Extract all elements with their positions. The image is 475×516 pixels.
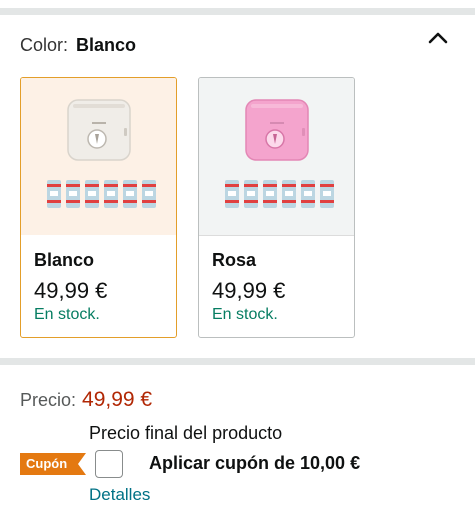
variant-stock-status: En stock. — [34, 306, 100, 323]
coupon-badge-label: Cupón — [26, 456, 68, 471]
chevron-up-icon[interactable] — [427, 28, 449, 48]
coupon-apply-text[interactable]: Aplicar cupón de 10,00 € — [149, 453, 360, 474]
variant-name: Rosa — [212, 250, 257, 270]
variant-name: Blanco — [34, 250, 95, 270]
variant-stock-status: En stock. — [212, 306, 278, 323]
section-divider-middle — [0, 358, 475, 365]
variant-price: 49,99 € — [212, 278, 286, 303]
color-selector-header: Color: Blanco — [20, 34, 136, 56]
price-value: 49,99 € — [82, 388, 153, 411]
paper-rolls — [47, 180, 156, 208]
color-label: Color: — [20, 35, 69, 55]
price-label: Precio: — [20, 390, 77, 410]
variant-thumbnail-blanco — [21, 78, 176, 235]
color-selected-value: Blanco — [76, 35, 137, 55]
printer-image — [225, 99, 334, 208]
variant-thumbnail-rosa — [199, 78, 354, 236]
coupon-details-link[interactable]: Detalles — [89, 485, 150, 505]
coupon-badge: Cupón — [20, 453, 86, 475]
section-divider-top — [0, 8, 475, 15]
variant-card-rosa[interactable]: Rosa 49,99 € En stock. — [198, 77, 355, 338]
final-price-note: Precio final del producto — [89, 423, 283, 443]
coupon-checkbox[interactable] — [95, 450, 123, 478]
paper-rolls — [225, 180, 334, 208]
printer-image — [47, 99, 156, 208]
price-row: Precio: 49,99 € — [20, 388, 152, 412]
variant-card-blanco[interactable]: Blanco 49,99 € En stock. — [20, 77, 177, 338]
variant-price: 49,99 € — [34, 278, 108, 303]
